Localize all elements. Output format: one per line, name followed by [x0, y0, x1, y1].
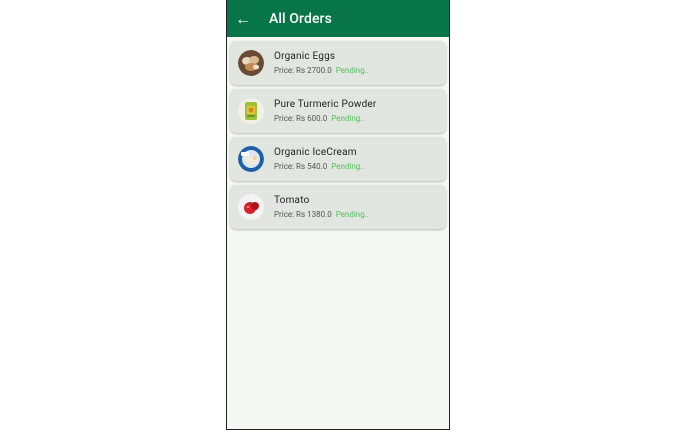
- tomato-image: [238, 194, 264, 220]
- order-price: Price: Rs 2700.0: [274, 66, 332, 75]
- order-price: Price: Rs 1380.0: [274, 210, 332, 219]
- order-meta: Price: Rs 2700.0 Pending..: [274, 66, 369, 76]
- eggs-image: [238, 50, 264, 76]
- phone-screen: ← All Orders Organic Eggs Price: Rs 2700…: [226, 0, 450, 430]
- order-meta: Price: Rs 600.0 Pending..: [274, 114, 377, 124]
- order-status: Pending..: [335, 66, 369, 75]
- order-name: Pure Turmeric Powder: [274, 99, 377, 110]
- order-name: Organic Eggs: [274, 51, 336, 62]
- order-meta: Price: Rs 540.0 Pending..: [274, 162, 364, 172]
- order-name: Tomato: [274, 195, 310, 206]
- order-status: Pending..: [331, 114, 365, 123]
- order-name: Organic IceCream: [274, 147, 357, 158]
- page-title: All Orders: [269, 10, 332, 27]
- order-card[interactable]: Organic Eggs Price: Rs 2700.0 Pending..: [230, 41, 446, 85]
- order-price: Price: Rs 540.0: [274, 162, 328, 171]
- order-card[interactable]: Organic IceCream Price: Rs 540.0 Pending.…: [230, 137, 446, 181]
- app-bar: ← All Orders: [227, 0, 449, 37]
- order-card[interactable]: Pure Turmeric Powder Price: Rs 600.0 Pend…: [230, 89, 446, 133]
- arrow-left-icon: ←: [235, 8, 251, 28]
- turmeric-image: [238, 98, 264, 124]
- icecream-image: [238, 146, 264, 172]
- order-status: Pending..: [331, 162, 365, 171]
- orders-list: Organic Eggs Price: Rs 2700.0 Pending.. P…: [227, 37, 449, 229]
- order-card[interactable]: Tomato Price: Rs 1380.0 Pending..: [230, 185, 446, 229]
- order-status: Pending..: [335, 210, 369, 219]
- back-button[interactable]: ←: [235, 8, 267, 28]
- order-price: Price: Rs 600.0: [274, 114, 328, 123]
- order-meta: Price: Rs 1380.0 Pending..: [274, 210, 369, 220]
